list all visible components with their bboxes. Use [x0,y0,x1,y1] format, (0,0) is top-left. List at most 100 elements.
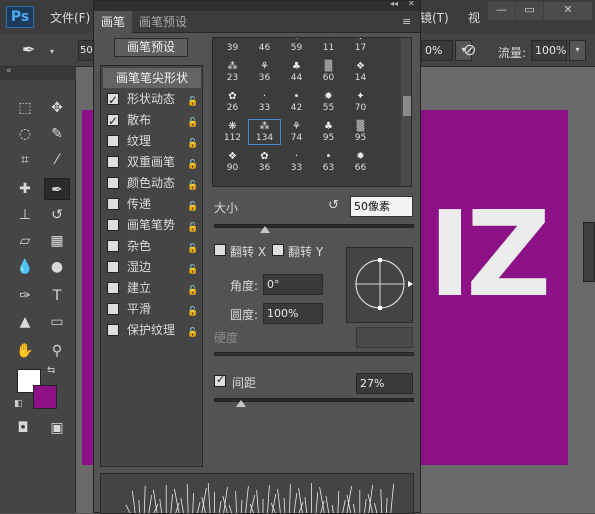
brush-option-item[interactable]: 形状动态 🔓 [103,89,201,110]
brush-tip-cell[interactable]: ▒ 60 [313,60,344,84]
brush-presets-button[interactable]: 画笔预设 [114,38,188,57]
healing-brush-tool-icon[interactable]: ✚ [12,178,38,200]
brush-option-checkbox[interactable] [107,177,119,189]
eyedropper-tool-icon[interactable]: ⁄ [44,149,70,171]
lock-icon[interactable]: 🔓 [187,323,198,338]
lock-icon[interactable]: 🔓 [187,176,198,191]
size-field[interactable]: 50像素 [350,196,413,217]
tab-brush-presets[interactable]: 画笔预设 [132,11,194,33]
brush-tip-cell[interactable]: • 42 [281,90,312,114]
angle-field[interactable]: 0° [263,274,323,295]
size-slider[interactable] [214,224,414,233]
brush-grid-scroll-thumb[interactable] [403,96,411,116]
crop-tool-icon[interactable]: ⌗ [12,149,38,171]
brush-tip-cell[interactable]: ✹ 66 [345,150,376,174]
lasso-tool-icon[interactable]: ◌ [12,123,38,145]
brush-option-item[interactable]: 平滑 🔓 [103,299,201,319]
brush-tip-grid[interactable]: ·39•46✹59✦11❋17⁂23⚘36♣44▒60❖14✿26·33•42✹… [212,37,412,187]
path-selection-tool-icon[interactable]: ▲ [12,311,38,333]
lock-icon[interactable]: 🔓 [187,155,198,170]
brush-tip-cell[interactable]: ⚘ 74 [281,120,312,144]
lock-icon[interactable]: 🔓 [187,239,198,254]
lock-icon[interactable]: 🔓 [187,281,198,296]
restore-button[interactable]: ▭ [516,2,543,20]
hand-tool-icon[interactable]: ✋ [12,340,38,362]
brush-option-item[interactable]: 保护纹理 🔓 [103,320,201,340]
brush-tip-cell[interactable]: ✹ 55 [313,90,344,114]
size-slider-knob[interactable] [260,226,270,233]
brush-option-item[interactable]: 画笔笔尖形状 [103,68,201,88]
pressure-opacity-icon[interactable]: ⊘ [463,40,476,59]
marquee-tool-icon[interactable]: ⬚ [12,97,38,119]
brush-option-checkbox[interactable] [107,219,119,231]
chevron-down-icon[interactable]: ▾ [50,47,54,56]
brush-tip-cell[interactable]: ⚘ 36 [249,60,280,84]
brush-option-item[interactable]: 双重画笔 🔓 [103,152,201,172]
brush-tip-cell[interactable]: ·39 [217,38,248,54]
tools-panel-header[interactable]: « [0,66,76,80]
brush-tip-cell[interactable]: ❖ 90 [217,150,248,174]
menu-view[interactable]: 视 [468,9,480,26]
brush-option-item[interactable]: 散布 🔓 [103,110,201,131]
brush-size-field[interactable]: 50 [78,40,94,61]
brush-option-checkbox[interactable] [107,111,119,131]
brush-tip-cell[interactable]: · 33 [249,90,280,114]
brush-grid-scrollbar[interactable] [401,38,411,186]
reset-size-icon[interactable]: ↺ [328,198,339,213]
brush-option-item[interactable]: 纹理 🔓 [103,131,201,151]
brush-option-checkbox[interactable] [107,282,119,294]
brush-tip-cell[interactable]: ♣ 44 [281,60,312,84]
default-colors-icon[interactable]: ◧ [14,399,23,409]
brush-option-item[interactable]: 杂色 🔓 [103,236,201,256]
brush-option-item[interactable]: 画笔笔势 🔓 [103,215,201,235]
brush-tool-preset-icon[interactable]: ✒ [22,40,35,59]
brush-option-item[interactable]: 湿边 🔓 [103,257,201,277]
brush-option-checkbox[interactable] [107,261,119,273]
pen-tool-icon[interactable]: ✑ [12,285,38,307]
brush-tip-cell[interactable]: ⁂ 23 [217,60,248,84]
flip-y-checkbox[interactable] [272,244,284,256]
brush-tip-cell[interactable]: •46 [249,38,280,54]
dodge-tool-icon[interactable]: ● [44,256,70,278]
brush-tip-cell[interactable]: ✦11 [313,38,344,54]
brush-option-checkbox[interactable] [107,135,119,147]
menu-filter[interactable]: 镜(T) [420,9,449,26]
brush-tip-cell[interactable]: ♣ 95 [313,120,344,144]
lock-icon[interactable]: 🔓 [187,302,198,317]
brush-tip-cell[interactable]: ⁂ 134 [248,119,281,145]
quick-mask-icon[interactable]: ◘ [10,417,36,439]
opacity-field[interactable]: 0% [421,40,453,61]
brush-tip-cell[interactable]: ❋ 112 [217,120,248,144]
angle-crosshair-icon[interactable] [347,248,414,324]
brush-option-checkbox[interactable] [107,90,119,110]
brush-tip-cell[interactable]: ✹59 [281,38,312,54]
lock-icon[interactable]: 🔓 [187,113,198,128]
brush-tip-cell[interactable]: ❖ 14 [345,60,376,84]
close-window-button[interactable]: ✕ [544,2,592,20]
brush-option-checkbox[interactable] [107,156,119,168]
collapse-icon[interactable]: « [6,66,12,76]
collapsed-panel-dock[interactable] [583,222,595,282]
quick-select-tool-icon[interactable]: ✎ [44,123,70,145]
blur-tool-icon[interactable]: 💧 [12,256,38,278]
menu-file[interactable]: 文件(F) [50,9,90,26]
lock-icon[interactable]: 🔓 [187,260,198,275]
history-brush-tool-icon[interactable]: ↺ [44,204,70,226]
spacing-slider[interactable] [214,398,414,407]
brush-option-checkbox[interactable] [107,324,119,336]
roundness-field[interactable]: 100% [263,303,323,324]
brush-tip-cell[interactable]: ▒ 95 [345,120,376,144]
gradient-tool-icon[interactable]: ▦ [44,230,70,252]
lock-icon[interactable]: 🔓 [187,197,198,212]
lock-icon[interactable]: 🔓 [187,92,198,107]
brush-option-item[interactable]: 传递 🔓 [103,194,201,214]
brush-option-checkbox[interactable] [107,240,119,252]
eraser-tool-icon[interactable]: ▱ [12,230,38,252]
brush-tip-cell[interactable]: ✿ 36 [249,150,280,174]
brush-tip-cell[interactable]: · 33 [281,150,312,174]
minimize-button[interactable]: — [488,2,515,20]
brush-option-checkbox[interactable] [107,303,119,315]
brush-tip-cell[interactable]: • 63 [313,150,344,174]
panel-menu-icon[interactable]: ≡ [402,15,411,28]
type-tool-icon[interactable]: T [44,285,70,307]
